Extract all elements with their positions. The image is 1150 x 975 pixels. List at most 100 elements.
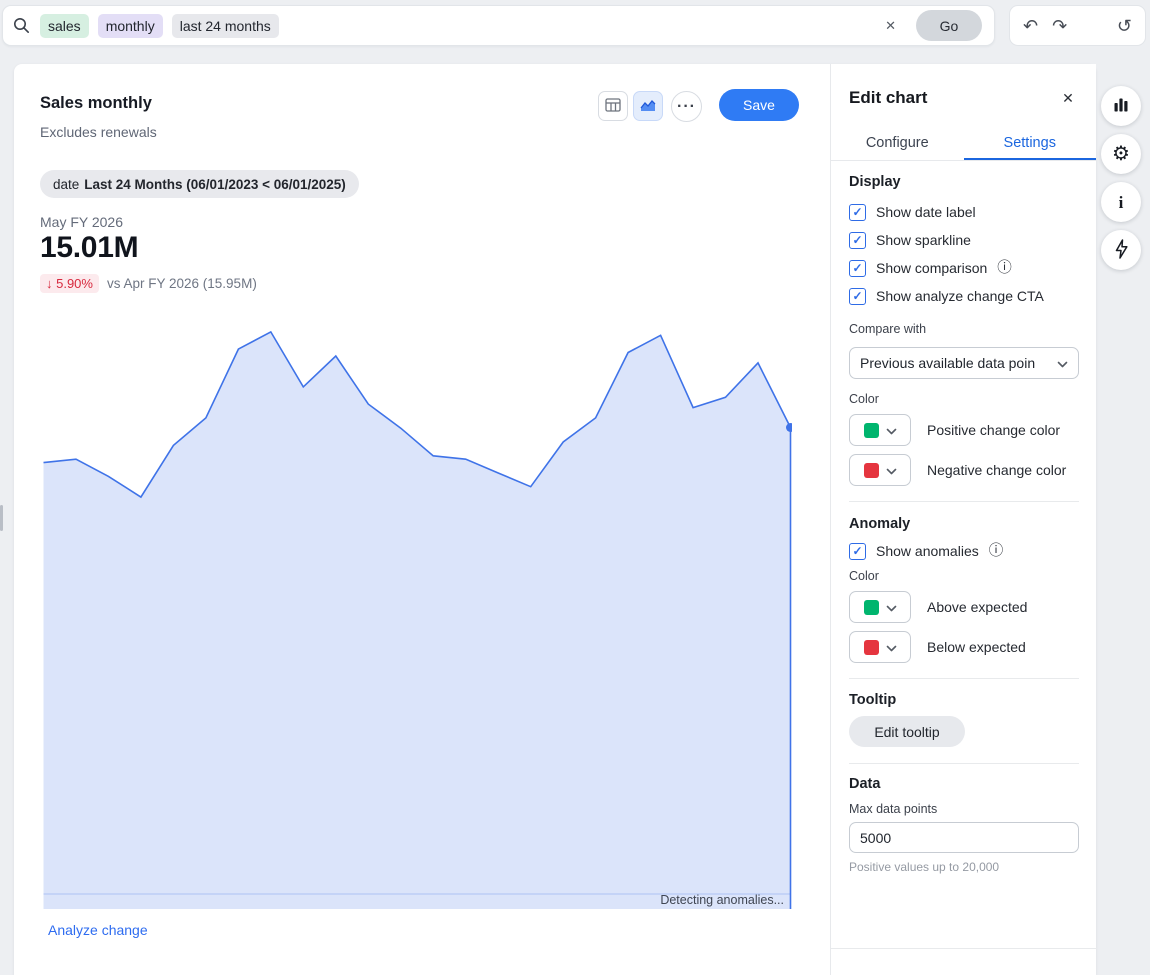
redo-icon: ↷ [1052, 16, 1067, 36]
display-color-label: Color [849, 392, 879, 406]
anomaly-color-label: Color [849, 569, 879, 583]
above-expected-row: Above expected [849, 591, 1027, 623]
close-icon: ✕ [1062, 90, 1074, 106]
display-section-title: Display [849, 174, 901, 190]
edit-panel-tabs: Configure Settings [831, 128, 1096, 161]
sparkline-chart[interactable]: Detecting anomalies... [42, 325, 792, 910]
answer-card: Sales monthly Excludes renewals ··· Save… [14, 64, 1096, 975]
below-expected-swatch [864, 640, 879, 655]
table-view-button[interactable] [598, 91, 628, 121]
close-panel-button[interactable]: ✕ [1054, 84, 1082, 112]
max-data-points-input[interactable] [849, 822, 1079, 853]
chevron-down-icon [886, 463, 897, 478]
settings-button[interactable]: ⚙ [1101, 134, 1141, 174]
checkbox-show-comparison[interactable]: Show comparison ⓘ [849, 256, 1012, 280]
checkbox-checked-icon[interactable] [849, 204, 866, 221]
comparison-text: vs Apr FY 2026 (15.95M) [107, 276, 257, 291]
search-token-last-24-months[interactable]: last 24 months [172, 14, 279, 38]
chart-subtitle: Excludes renewals [40, 124, 157, 140]
search-token-sales[interactable]: sales [40, 14, 89, 38]
checkbox-show-analyze-change-cta[interactable]: Show analyze change CTA [849, 284, 1044, 308]
info-button[interactable]: i [1101, 182, 1141, 222]
checkbox-checked-icon[interactable] [849, 260, 866, 277]
filter-chip-prefix: date [53, 177, 79, 192]
more-options-button[interactable]: ··· [671, 91, 702, 122]
max-data-points-helper: Positive values up to 20,000 [849, 860, 999, 874]
edit-tooltip-button[interactable]: Edit tooltip [849, 716, 965, 747]
insights-button[interactable] [1101, 230, 1141, 270]
checkbox-show-sparkline[interactable]: Show sparkline [849, 228, 971, 252]
checkbox-checked-icon[interactable] [849, 288, 866, 305]
positive-color-swatch [864, 423, 879, 438]
divider [849, 763, 1079, 764]
ellipsis-icon: ··· [677, 98, 696, 115]
negative-color-picker[interactable] [849, 454, 911, 486]
negative-color-row: Negative change color [849, 454, 1066, 486]
compare-with-select[interactable]: Previous available data poin [849, 347, 1079, 379]
checkbox-checked-icon[interactable] [849, 543, 866, 560]
below-expected-color-picker[interactable] [849, 631, 911, 663]
chevron-down-icon [886, 423, 897, 438]
below-expected-row: Below expected [849, 631, 1026, 663]
chart-type-button[interactable] [1101, 86, 1141, 126]
checkbox-show-date-label[interactable]: Show date label [849, 200, 976, 224]
area-chart-icon [640, 98, 656, 115]
chevron-down-icon [886, 600, 897, 615]
above-expected-label: Above expected [927, 599, 1027, 615]
reset-button[interactable]: ↺ [1117, 17, 1132, 35]
checkbox-show-anomalies[interactable]: Show anomalies ⓘ [849, 539, 1003, 563]
above-expected-color-picker[interactable] [849, 591, 911, 623]
info-icon[interactable]: ⓘ [997, 261, 1012, 276]
search-token-monthly[interactable]: monthly [98, 14, 163, 38]
panel-footer-divider [831, 948, 1097, 949]
edit-panel-title: Edit chart [849, 88, 927, 108]
app-window: sales monthly last 24 months ✕ Go ↶ ↷ ↺ … [0, 0, 1150, 975]
tab-settings[interactable]: Settings [964, 128, 1097, 160]
detecting-anomalies-status: Detecting anomalies... [660, 893, 784, 907]
max-data-points-label: Max data points [849, 802, 937, 816]
table-icon [605, 98, 621, 115]
search-bar[interactable]: sales monthly last 24 months ✕ Go [2, 5, 995, 46]
reset-icon: ↺ [1117, 16, 1132, 36]
change-badge: ↓ 5.90% [40, 274, 99, 293]
sparkline-svg [42, 325, 792, 910]
checkbox-checked-icon[interactable] [849, 232, 866, 249]
negative-color-swatch [864, 463, 879, 478]
checkbox-label: Show date label [876, 204, 976, 220]
save-button[interactable]: Save [719, 89, 799, 121]
undo-button[interactable]: ↶ [1023, 17, 1038, 35]
anomaly-section-title: Anomaly [849, 516, 910, 532]
edit-chart-panel: Edit chart ✕ Configure Settings Display … [830, 64, 1096, 975]
info-icon: i [1119, 194, 1124, 211]
tooltip-section-title: Tooltip [849, 692, 896, 708]
lightning-bolt-icon [1114, 239, 1129, 262]
go-button[interactable]: Go [916, 10, 982, 41]
checkbox-label: Show anomalies [876, 543, 979, 559]
redo-button[interactable]: ↷ [1052, 17, 1067, 35]
date-filter-chip[interactable]: date Last 24 Months (06/01/2023 < 06/01/… [40, 170, 359, 198]
chart-title: Sales monthly [40, 94, 152, 113]
compare-with-value: Previous available data poin [860, 355, 1035, 371]
above-expected-swatch [864, 600, 879, 615]
checkbox-label: Show analyze change CTA [876, 288, 1044, 304]
kpi-period-label: May FY 2026 [40, 214, 123, 230]
tab-configure[interactable]: Configure [831, 128, 964, 160]
view-toggle [598, 91, 663, 121]
positive-color-picker[interactable] [849, 414, 911, 446]
positive-color-label: Positive change color [927, 422, 1060, 438]
chart-view-button[interactable] [633, 91, 663, 121]
info-icon[interactable]: ⓘ [989, 544, 1004, 559]
negative-color-label: Negative change color [927, 462, 1066, 478]
below-expected-label: Below expected [927, 639, 1026, 655]
analyze-change-link[interactable]: Analyze change [48, 922, 148, 938]
data-section-title: Data [849, 776, 880, 792]
compare-with-label: Compare with [849, 322, 926, 336]
clear-search-button[interactable]: ✕ [879, 12, 902, 40]
gear-icon: ⚙ [1112, 144, 1130, 164]
filter-chip-value: Last 24 Months (06/01/2023 < 06/01/2025) [84, 177, 346, 192]
search-icon [13, 17, 30, 34]
kpi-change-row: ↓ 5.90% vs Apr FY 2026 (15.95M) [40, 274, 257, 293]
checkbox-label: Show sparkline [876, 232, 971, 248]
bar-chart-icon [1113, 97, 1129, 116]
panel-resize-handle[interactable] [0, 505, 3, 531]
